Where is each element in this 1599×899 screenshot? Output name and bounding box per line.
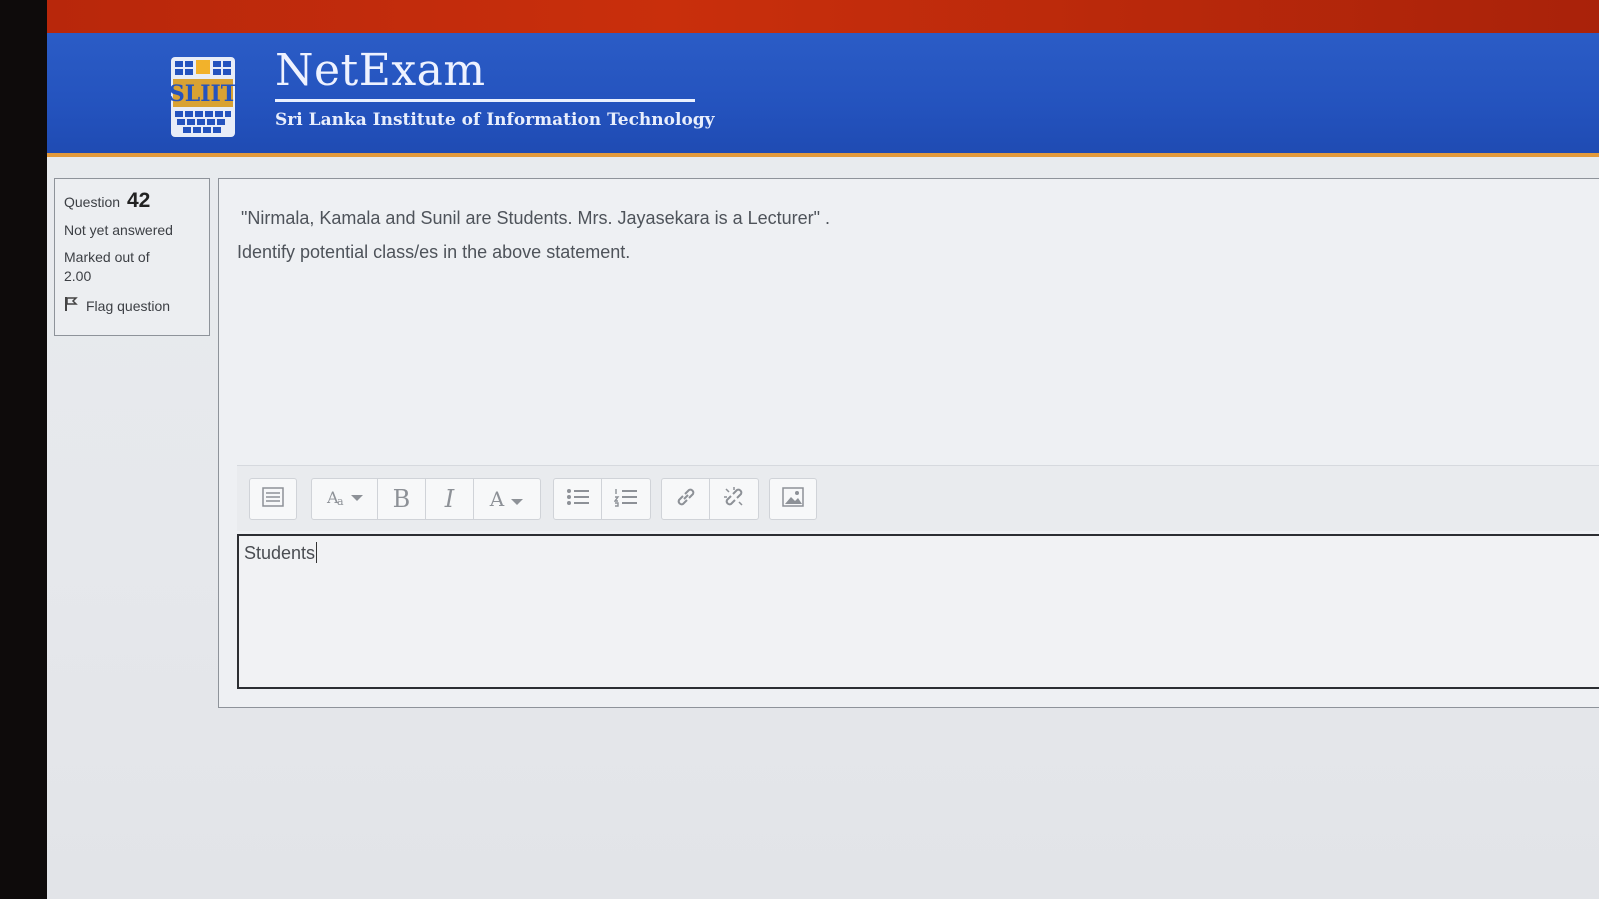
exam-screen: SLIIT NetExam Sri Lanka Institute of Inf… <box>47 0 1599 899</box>
question-info-panel: Question 42 Not yet answered Marked out … <box>54 178 210 336</box>
paragraph-style-icon: Aa <box>325 487 365 512</box>
site-title: NetExam <box>275 45 486 96</box>
flag-icon <box>64 296 78 315</box>
question-label: Question <box>64 194 121 210</box>
italic-button[interactable]: I <box>426 479 474 519</box>
header-banner: SLIIT NetExam Sri Lanka Institute of Inf… <box>47 33 1599 157</box>
font-color-icon: A <box>489 487 505 511</box>
show-more-button[interactable] <box>250 479 296 519</box>
unordered-list-button[interactable] <box>554 479 602 519</box>
toolbar-group-lists <box>553 478 651 520</box>
link-button[interactable] <box>662 479 710 519</box>
editor-toolbar: Aa B I A <box>237 465 1599 531</box>
question-prompt: Identify potential class/es in the above… <box>237 242 631 262</box>
chevron-down-icon <box>510 487 524 511</box>
image-icon <box>782 486 804 512</box>
paragraph-style-button[interactable]: Aa <box>312 479 378 519</box>
ordered-list-icon <box>613 487 638 512</box>
insert-image-button[interactable] <box>770 479 816 519</box>
font-color-button[interactable]: A <box>474 479 540 519</box>
link-icon <box>674 485 698 514</box>
question-statement: "Nirmala, Kamala and Sunil are Students.… <box>241 208 831 228</box>
answer-editor[interactable]: Students <box>237 534 1599 689</box>
text-caret <box>316 542 318 563</box>
brand-block: NetExam Sri Lanka Institute of Informati… <box>275 45 715 130</box>
svg-text:SLIIT: SLIIT <box>169 81 237 107</box>
bold-button[interactable]: B <box>378 479 426 519</box>
title-divider <box>275 99 695 102</box>
svg-text:a: a <box>337 495 344 507</box>
question-status: Not yet answered <box>64 222 173 238</box>
question-number: 42 <box>126 189 151 212</box>
unlink-button[interactable] <box>710 479 758 519</box>
show-more-icon <box>262 486 284 512</box>
bold-icon: B <box>392 485 411 513</box>
question-number-row: Question 42 <box>64 189 200 213</box>
toolbar-group-format: Aa B I A <box>311 478 541 520</box>
flag-question-link[interactable]: Flag question <box>64 296 200 315</box>
toolbar-group-more <box>249 478 297 520</box>
italic-icon: I <box>444 485 455 513</box>
browser-top-strip <box>47 0 1599 36</box>
unordered-list-icon <box>566 487 590 512</box>
unlink-icon <box>722 485 746 514</box>
flag-question-label: Flag question <box>86 297 171 314</box>
ordered-list-button[interactable] <box>602 479 650 519</box>
toolbar-group-media <box>769 478 817 520</box>
question-marks: Marked out of 2.00 <box>64 249 150 284</box>
question-content: "Nirmala, Kamala and Sunil are Students.… <box>218 178 1599 708</box>
site-subtitle: Sri Lanka Institute of Information Techn… <box>275 110 715 130</box>
sliit-logo: SLIIT <box>169 55 238 139</box>
toolbar-group-links <box>661 478 759 520</box>
answer-text: Students <box>244 543 316 563</box>
question-text: "Nirmala, Kamala and Sunil are Students.… <box>237 201 830 269</box>
